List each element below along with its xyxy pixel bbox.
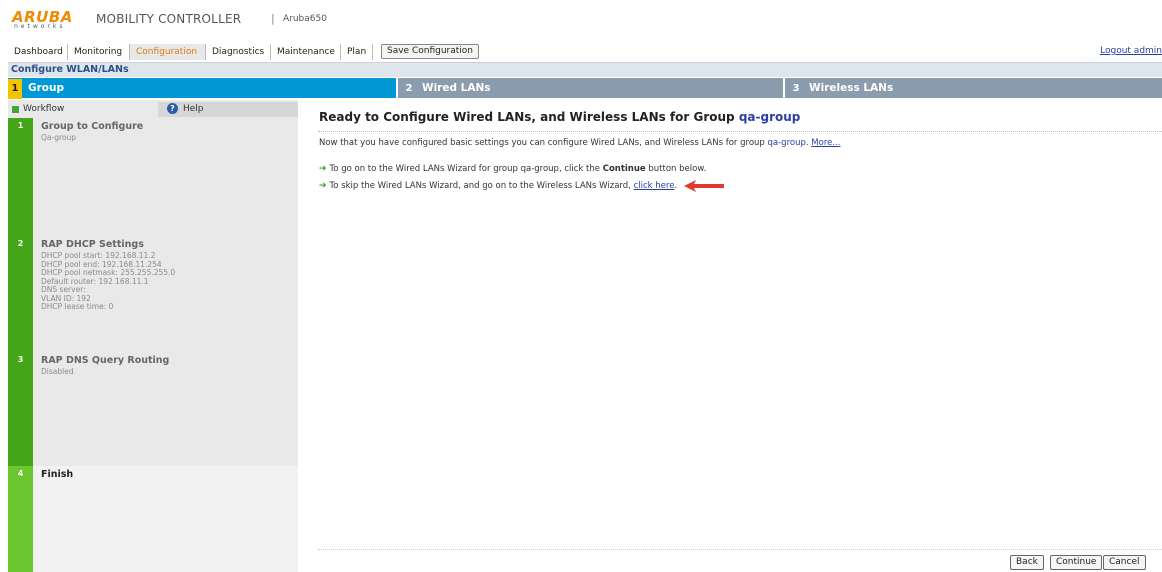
step-label: Wired LANs xyxy=(422,82,491,94)
tab-plan[interactable]: Plan xyxy=(341,44,373,60)
workflow-step-details: Qa-group xyxy=(41,133,76,143)
workflow-step-group-to-configure[interactable]: 1 Group to Configure Qa-group xyxy=(8,118,298,236)
heading-group-name: qa-group xyxy=(738,110,801,124)
workflow-step-number: 4 xyxy=(17,469,24,478)
workflow-panel: Workflow ? Help 1 Group to Configure Qa-… xyxy=(8,100,298,572)
step-number: 1 xyxy=(8,79,22,99)
cancel-button[interactable]: Cancel xyxy=(1103,555,1146,570)
click-here-link[interactable]: click here xyxy=(634,181,675,191)
workflow-tab[interactable]: Workflow xyxy=(8,102,156,117)
controller-hostname: Aruba650 xyxy=(283,14,327,24)
logo-subtext: networks xyxy=(14,23,66,30)
bullet-bold-text: Continue xyxy=(602,164,646,174)
bullet-text-end: button below. xyxy=(645,164,707,174)
workflow-step-finish[interactable]: 4 Finish xyxy=(8,466,298,572)
top-header: ARUBA networks MOBILITY CONTROLLER | Aru… xyxy=(8,6,1162,32)
step-group: 1 Group xyxy=(8,78,396,99)
section-title-bar: Configure WLAN/LANs xyxy=(8,62,1162,77)
workflow-step-title: Finish xyxy=(41,469,74,480)
app-title: MOBILITY CONTROLLER xyxy=(96,12,242,26)
tab-dashboard[interactable]: Dashboard xyxy=(8,44,68,60)
step-label: Group xyxy=(28,82,65,94)
detail-line: DHCP lease time: 0 xyxy=(41,302,114,311)
workflow-step-title: RAP DNS Query Routing xyxy=(41,355,170,366)
heading-text: Ready to Configure Wired LANs, and Wirel… xyxy=(319,110,739,124)
red-arrow-annotation-icon xyxy=(684,180,724,192)
arrow-right-icon: ➔ xyxy=(319,181,327,191)
tab-maintenance[interactable]: Maintenance xyxy=(271,44,341,60)
step-marker: 4 xyxy=(8,466,33,572)
bullet-text-end: . xyxy=(674,181,678,191)
bullet-text: To skip the Wired LANs Wizard, and go on… xyxy=(329,181,634,191)
workflow-square-icon xyxy=(12,106,19,113)
title-separator: | xyxy=(271,12,275,25)
step-number: 2 xyxy=(405,83,413,94)
main-content: Ready to Configure Wired LANs, and Wirel… xyxy=(300,100,1162,572)
workflow-step-title: Group to Configure xyxy=(41,121,144,132)
wizard-steps: 1 Group 2 Wired LANs 3 Wireless LANs xyxy=(8,78,1162,99)
bullet-text: To go on to the Wired LANs Wizard for gr… xyxy=(329,164,603,174)
workflow-step-rap-dhcp-settings[interactable]: 2 RAP DHCP Settings DHCP pool start: 192… xyxy=(8,236,298,352)
intro-group-name: qa-group xyxy=(767,138,806,148)
aruba-logo: ARUBA networks xyxy=(12,8,92,30)
step-wireless-lans: 3 Wireless LANs xyxy=(785,78,1162,98)
page-title: Configure WLAN/LANs xyxy=(11,64,129,75)
continue-button[interactable]: Continue xyxy=(1050,555,1103,570)
detail-line: Qa-group xyxy=(41,133,76,142)
main-nav: Dashboard Monitoring Configuration Diagn… xyxy=(8,44,1162,60)
content-heading: Ready to Configure Wired LANs, and Wirel… xyxy=(319,110,800,124)
workflow-step-title: RAP DHCP Settings xyxy=(41,239,144,250)
workflow-step-number: 3 xyxy=(17,355,24,364)
tab-configuration[interactable]: Configuration xyxy=(130,44,206,60)
tab-monitoring[interactable]: Monitoring xyxy=(68,44,130,60)
help-tab[interactable]: ? Help xyxy=(158,102,298,117)
back-button[interactable]: Back xyxy=(1010,555,1044,570)
step-marker: 2 xyxy=(8,236,33,352)
step-marker: 3 xyxy=(8,352,33,466)
intro-paragraph: Now that you have configured basic setti… xyxy=(319,138,840,148)
workflow-step-details: DHCP pool start: 192.168.11.2 DHCP pool … xyxy=(41,251,175,312)
more-link[interactable]: More... xyxy=(811,138,840,148)
step-wired-lans: 2 Wired LANs xyxy=(398,78,783,98)
workflow-step-details: Disabled xyxy=(41,367,74,377)
intro-text: Now that you have configured basic setti… xyxy=(319,138,768,148)
logout-link[interactable]: Logout admin xyxy=(1100,46,1162,56)
step-marker: 1 xyxy=(8,118,33,236)
workflow-step-rap-dns-query-routing[interactable]: 3 RAP DNS Query Routing Disabled xyxy=(8,352,298,466)
workflow-header: Workflow ? Help xyxy=(8,102,298,118)
arrow-right-icon: ➔ xyxy=(319,164,327,174)
detail-line: Disabled xyxy=(41,367,74,376)
workflow-tab-label: Workflow xyxy=(23,104,65,114)
save-configuration-button[interactable]: Save Configuration xyxy=(381,44,479,59)
help-tab-label: Help xyxy=(183,104,204,114)
step-number: 3 xyxy=(792,83,800,94)
step-label: Wireless LANs xyxy=(809,82,894,94)
workflow-step-number: 1 xyxy=(17,121,24,130)
question-icon: ? xyxy=(167,103,178,114)
tab-diagnostics[interactable]: Diagnostics xyxy=(206,44,271,60)
workflow-step-number: 2 xyxy=(17,239,24,248)
continue-instruction: ➔ To go on to the Wired LANs Wizard for g… xyxy=(319,164,706,174)
heading-divider xyxy=(318,131,1162,132)
footer-divider xyxy=(318,549,1162,550)
skip-instruction: ➔ To skip the Wired LANs Wizard, and go o… xyxy=(319,181,677,191)
